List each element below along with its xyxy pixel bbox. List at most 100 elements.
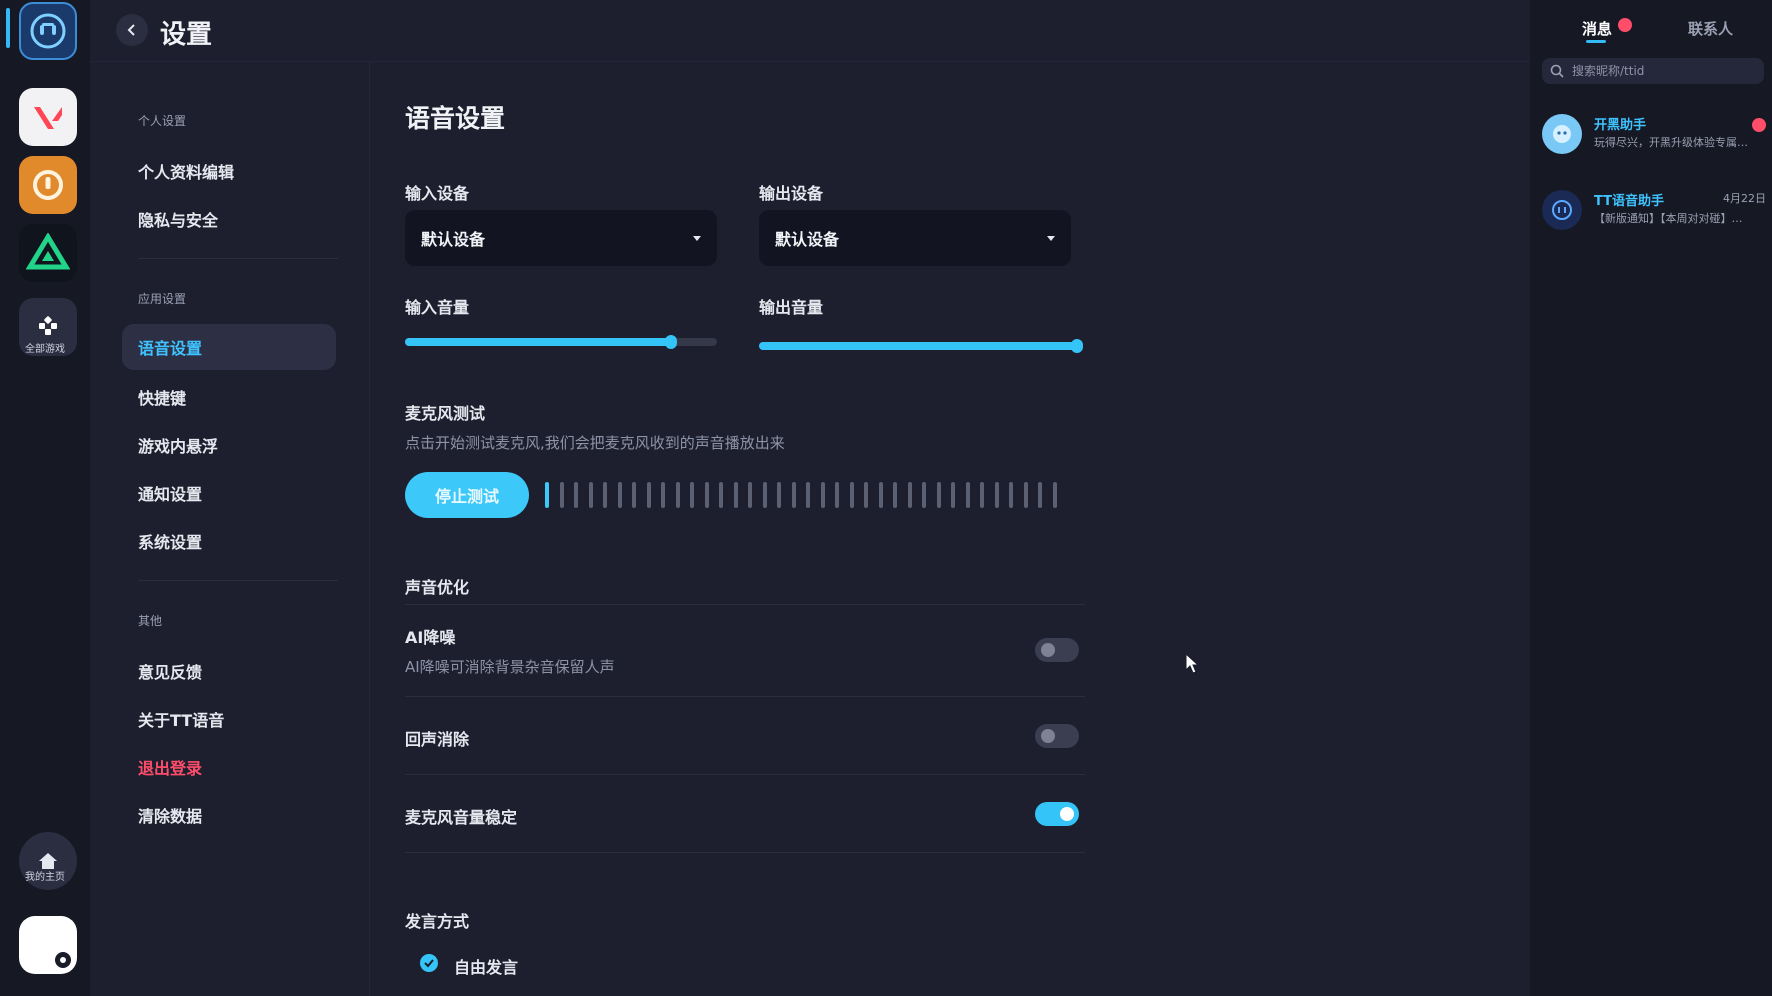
speak-mode-option-label[interactable]: 自由发言	[454, 954, 518, 978]
mic-stable-toggle[interactable]	[1035, 802, 1079, 826]
row-divider	[405, 774, 1085, 775]
mic-level-bar	[588, 482, 593, 508]
mic-level-bar	[965, 482, 970, 508]
output-volume-fill	[759, 342, 1079, 350]
mic-level-bar	[719, 482, 723, 508]
nav-item-notify[interactable]: 通知设置	[122, 470, 336, 516]
ai-denoise-label: AI降噪	[405, 628, 456, 647]
mic-level-bar	[791, 482, 796, 508]
nav-item-feedback[interactable]: 意见反馈	[122, 648, 336, 694]
mic-level-bar	[675, 482, 680, 508]
nav-item-about[interactable]: 关于TT语音	[122, 696, 336, 742]
toggle-knob	[1041, 729, 1055, 743]
sound-optimization-title: 声音优化	[405, 578, 470, 597]
row-divider	[405, 696, 1085, 697]
chat-preview: 玩得尽兴，开黑升级体验专属…	[1594, 136, 1748, 149]
chat-name: TT语音助手	[1594, 194, 1665, 209]
input-volume-knob[interactable]	[665, 335, 677, 349]
tab-contacts[interactable]: 联系人	[1688, 18, 1733, 39]
page-title: 设置	[160, 20, 213, 50]
unread-badge	[1618, 18, 1632, 32]
mic-level-bar	[646, 482, 651, 508]
all-games-icon	[39, 316, 57, 335]
nav-group-other: 其他	[138, 614, 163, 628]
output-device-value: 默认设备	[775, 230, 840, 249]
nav-item-overlay[interactable]: 游戏内悬浮	[122, 422, 336, 468]
mouse-cursor-icon	[1185, 652, 1201, 679]
mic-level-bar	[878, 482, 883, 508]
chat-item[interactable]: TT语音助手 4月22日 【新版通知】【本周对对碰】…	[1540, 180, 1766, 240]
toggle-knob	[1041, 643, 1055, 657]
output-volume-label: 输出音量	[759, 298, 824, 317]
nav-item-hotkeys[interactable]: 快捷键	[122, 374, 336, 420]
mic-level-bar	[748, 482, 752, 508]
mic-level-bar	[864, 482, 868, 508]
settings-nav: 个人设置 个人资料编辑 隐私与安全 应用设置 语音设置 快捷键 游戏内悬浮 通知…	[90, 62, 370, 996]
league-app-icon[interactable]	[19, 224, 77, 282]
nav-item-system[interactable]: 系统设置	[122, 518, 336, 564]
top-bar: 设置	[90, 0, 1530, 62]
mic-level-bar	[1038, 482, 1042, 508]
check-icon	[424, 959, 434, 968]
caret-down-icon	[1047, 235, 1055, 241]
input-volume-fill	[405, 338, 673, 346]
mic-stable-label: 麦克风音量稳定	[405, 808, 518, 827]
mic-level-bar	[632, 482, 636, 508]
rail-active-indicator	[6, 8, 10, 48]
mic-level-bar	[893, 482, 897, 508]
input-volume-slider[interactable]	[405, 335, 717, 349]
nav-item-clear-data[interactable]: 清除数据	[122, 792, 336, 838]
search-input[interactable]	[1572, 64, 1752, 78]
mic-level-bar	[690, 482, 694, 508]
mic-level-bar	[806, 482, 810, 508]
mic-level-bar	[777, 482, 781, 508]
nav-item-voice[interactable]: 语音设置	[122, 324, 336, 370]
tt-app-icon[interactable]	[19, 2, 77, 60]
stop-test-button[interactable]: 停止测试	[405, 472, 529, 518]
nav-item-logout[interactable]: 退出登录	[122, 744, 336, 790]
output-volume-knob[interactable]	[1071, 339, 1083, 353]
ai-denoise-toggle[interactable]	[1035, 638, 1079, 662]
ai-denoise-hint: AI降噪可消除背景杂音保留人声	[405, 658, 615, 676]
mic-level-bar	[994, 482, 999, 508]
output-device-select[interactable]: 默认设备	[759, 210, 1071, 266]
chat-side-panel: 消息 联系人 开黑助手 玩得尽兴，开黑升级体验专属… TT语音助手 4月22日 …	[1530, 0, 1772, 996]
tt-logo-icon	[1552, 200, 1572, 220]
input-device-label: 输入设备	[405, 184, 470, 203]
search-box[interactable]	[1542, 58, 1764, 84]
mic-test-hint: 点击开始测试麦克风,我们会把麦克风收到的声音播放出来	[405, 434, 785, 452]
valorant-app-icon[interactable]	[19, 88, 77, 146]
overwatch-app-icon[interactable]	[19, 156, 77, 214]
input-volume-label: 输入音量	[405, 298, 470, 317]
mic-level-bar	[907, 482, 912, 508]
nav-group-personal: 个人设置	[138, 114, 187, 128]
echo-cancel-label: 回声消除	[405, 730, 470, 749]
section-title: 语音设置	[405, 104, 506, 133]
speak-mode-radio-selected[interactable]	[420, 954, 438, 972]
chat-time: 4月22日	[1723, 192, 1766, 205]
tab-messages[interactable]: 消息	[1582, 18, 1612, 39]
mic-level-bar	[603, 482, 607, 508]
caret-down-icon	[693, 235, 701, 241]
chat-item[interactable]: 开黑助手 玩得尽兴，开黑升级体验专属…	[1540, 104, 1766, 164]
nav-item-profile[interactable]: 个人资料编辑	[122, 148, 336, 194]
nav-item-privacy[interactable]: 隐私与安全	[122, 196, 336, 242]
input-device-value: 默认设备	[421, 230, 486, 249]
mic-level-bar	[849, 482, 854, 508]
echo-cancel-toggle[interactable]	[1035, 724, 1079, 748]
all-games-label: 全部游戏	[25, 344, 65, 355]
mic-level-bar	[980, 482, 984, 508]
mic-level-bar	[617, 482, 622, 508]
mic-level-bar	[936, 482, 941, 508]
output-device-label: 输出设备	[759, 184, 824, 203]
avatar	[1542, 190, 1582, 230]
input-device-select[interactable]: 默认设备	[405, 210, 717, 266]
user-avatar[interactable]	[19, 916, 77, 974]
chevron-left-icon	[127, 24, 135, 36]
output-volume-slider[interactable]	[759, 339, 1083, 353]
mic-level-bar	[559, 482, 564, 508]
mic-level-bar	[835, 482, 839, 508]
mic-level-bar	[1023, 482, 1028, 508]
app-window: 全部游戏 我的主页 设置 个人设置 个人资料编辑 隐私与安全 应用设置 语音设置…	[0, 0, 1772, 996]
back-button[interactable]	[116, 14, 148, 46]
